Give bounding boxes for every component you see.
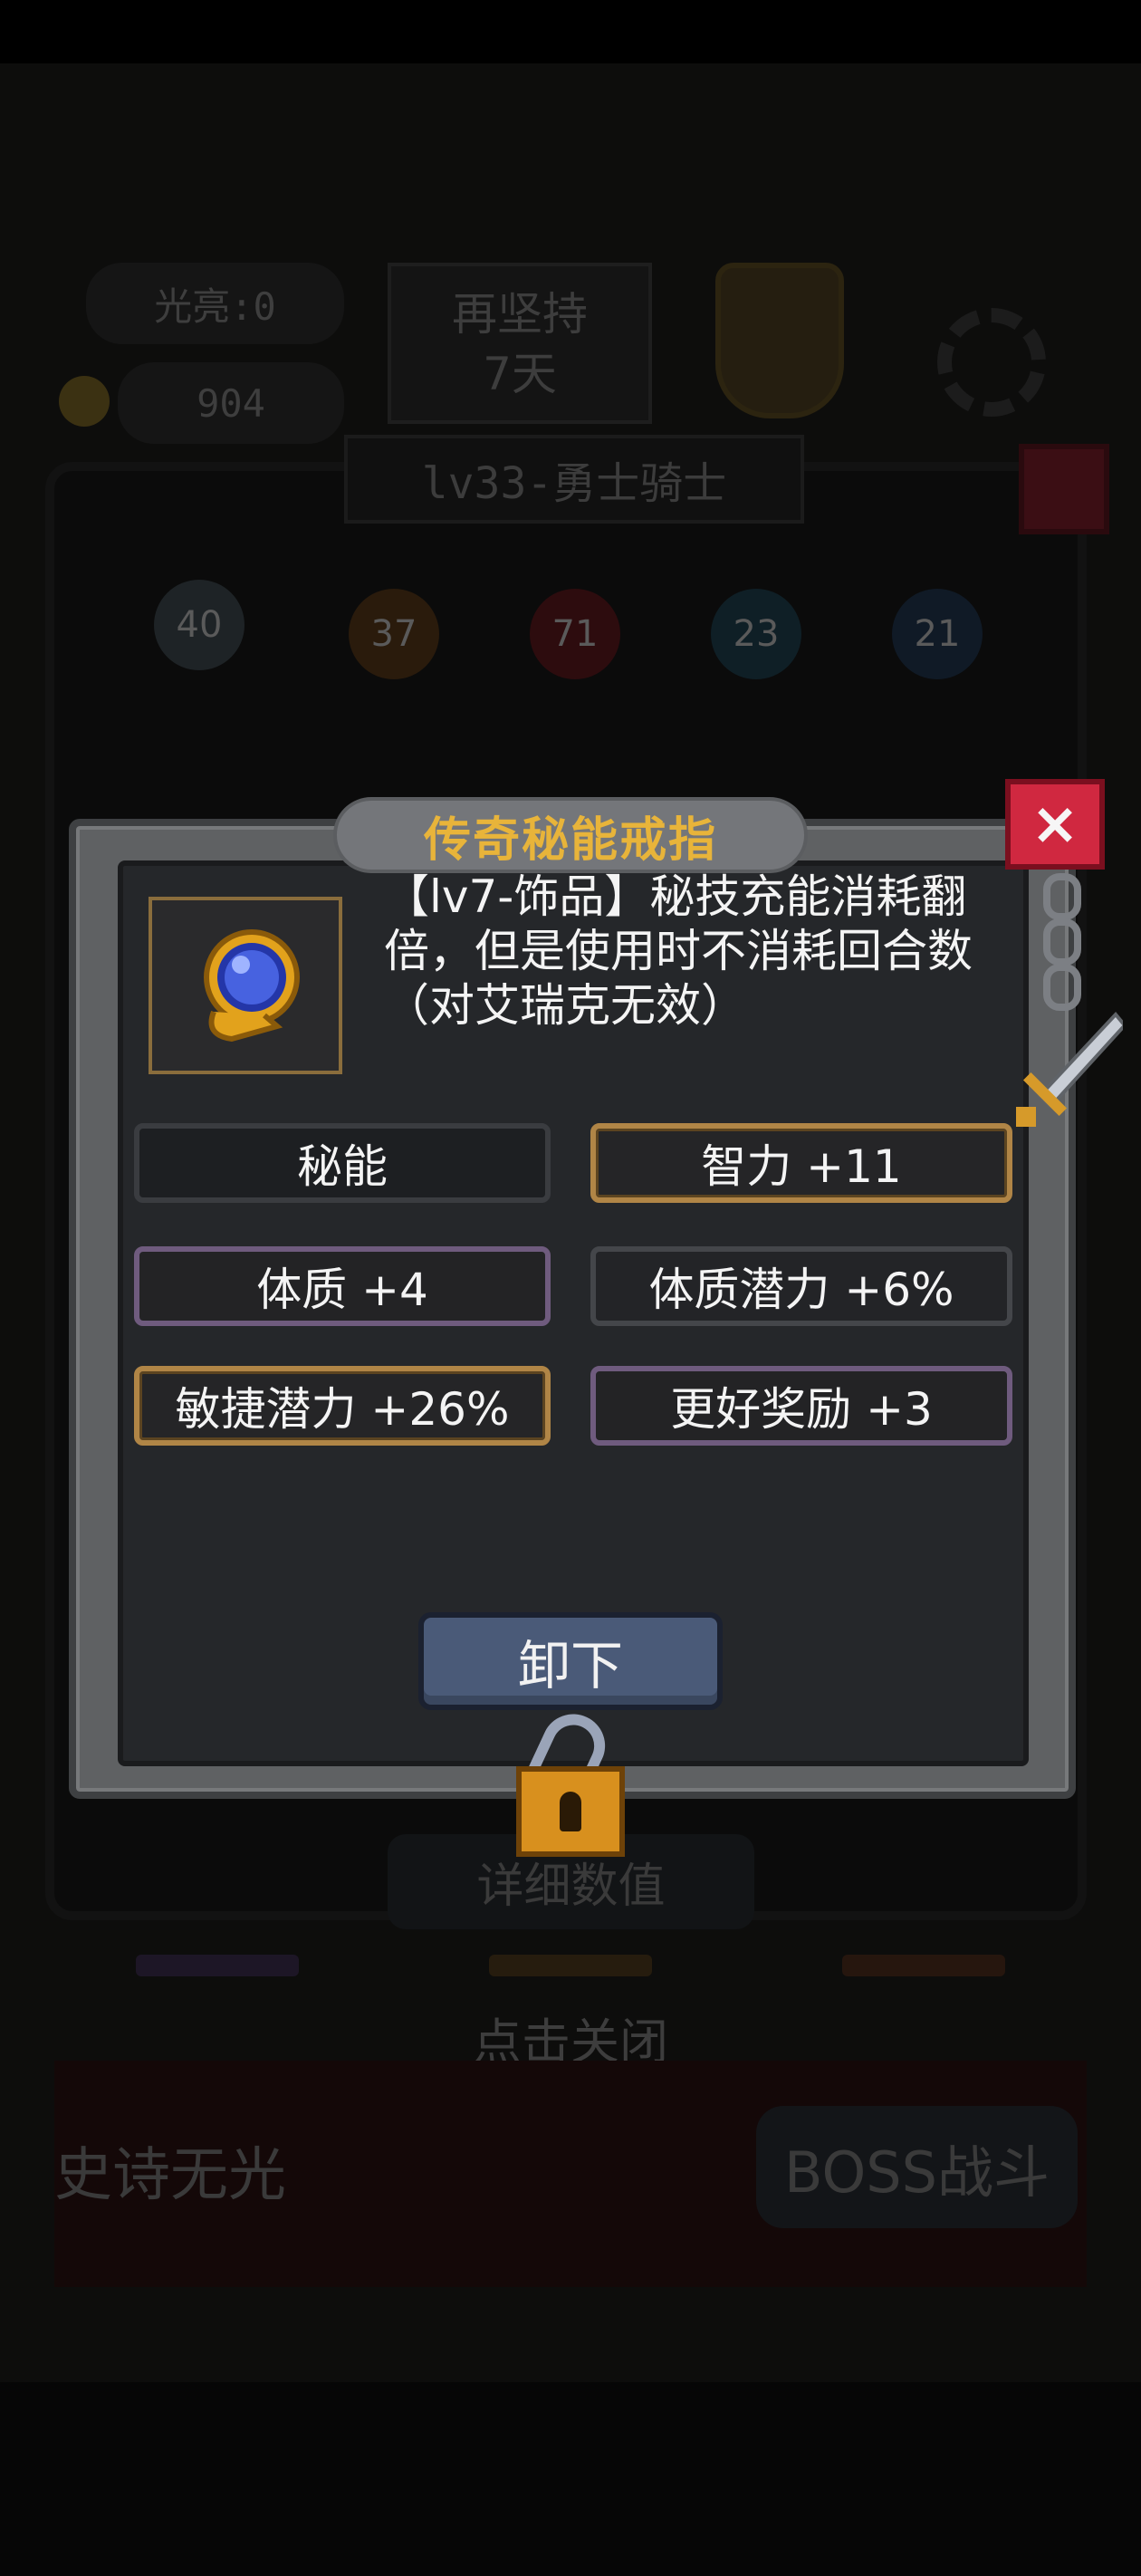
power-stat-icon: 40: [154, 580, 244, 670]
stat-constitution-potential: 体质潜力 +6%: [590, 1246, 1012, 1326]
item-description: 【lv7-饰品】秘技充能消耗翻倍，但是使用时不消耗回合数（对艾瑞克无效）: [384, 870, 973, 1032]
item-icon-frame: [149, 897, 342, 1074]
tab-2[interactable]: [489, 1955, 652, 1976]
strength-stat-icon: 37: [349, 589, 439, 679]
boss-battle-button[interactable]: BOSS战斗: [756, 2106, 1078, 2228]
ring-icon: [204, 929, 300, 1043]
gear-icon[interactable]: [937, 308, 1046, 417]
tab-3[interactable]: [842, 1955, 1005, 1976]
close-button[interactable]: ×: [1005, 779, 1105, 870]
strength-stat-value: 37: [370, 613, 417, 655]
stat-better-rewards: 更好奖励 +3: [590, 1366, 1012, 1446]
close-icon: ×: [1031, 791, 1079, 858]
health-stat-value: 71: [551, 613, 599, 655]
stat-arcane: 秘能: [134, 1123, 551, 1203]
agility-stat-icon: 23: [711, 589, 801, 679]
coin-counter: 904: [118, 362, 344, 444]
chain-sword-icon: [1016, 873, 1123, 1127]
streak-line-1: 再坚持: [452, 288, 588, 341]
tab-row: [136, 1947, 1041, 1984]
epic-label: 史诗无光: [54, 2142, 286, 2209]
unequip-button[interactable]: 卸下: [418, 1612, 723, 1710]
brightness-counter: 光亮:0: [86, 263, 344, 344]
coin-icon: [59, 376, 110, 427]
health-stat-icon: 71: [530, 589, 620, 679]
streak-line-2: 7天: [483, 348, 557, 400]
power-stat-value: 40: [176, 604, 223, 646]
stat-constitution: 体质 +4: [134, 1246, 551, 1326]
panel-close-icon[interactable]: [1019, 444, 1109, 534]
intelligence-stat-value: 21: [914, 613, 961, 655]
stat-intelligence: 智力 +11: [590, 1123, 1012, 1203]
status-bar: [0, 0, 1141, 63]
login-streak-banner: 再坚持 7天: [388, 263, 652, 424]
class-title: lv33-勇士骑士: [344, 435, 804, 524]
tab-1[interactable]: [136, 1955, 299, 1976]
agility-stat-value: 23: [733, 613, 780, 655]
intelligence-stat-icon: 21: [892, 589, 983, 679]
keyhole: [560, 1792, 581, 1831]
stat-agility-potential: 敏捷潜力 +26%: [134, 1366, 551, 1446]
guild-shield-icon[interactable]: [715, 263, 844, 418]
item-title: 传奇秘能戒指: [333, 797, 808, 873]
